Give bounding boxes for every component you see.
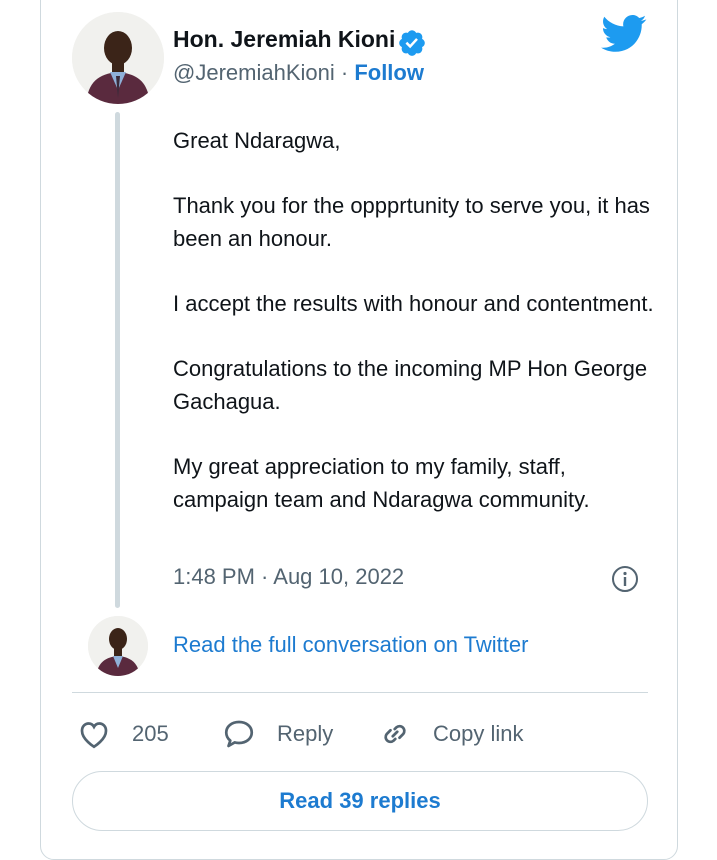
info-icon[interactable] — [611, 565, 639, 593]
read-replies-button[interactable]: Read 39 replies — [72, 771, 648, 831]
speech-bubble-icon — [224, 720, 254, 748]
reply-button[interactable]: Reply — [221, 714, 333, 754]
author-avatar[interactable] — [72, 12, 164, 104]
tweet-paragraph: Congratulations to the incoming MP Hon G… — [173, 356, 648, 414]
tweet-timestamp[interactable]: 1:48 PM · Aug 10, 2022 — [173, 564, 404, 590]
twitter-bird-icon[interactable] — [601, 14, 647, 54]
link-icon — [384, 724, 406, 744]
heart-icon — [80, 722, 108, 749]
verified-badge-icon — [399, 30, 425, 56]
tweet-paragraph: Great Ndaragwa, — [173, 128, 341, 153]
separator-dot: · — [340, 60, 349, 85]
read-full-conversation-link[interactable]: Read the full conversation on Twitter — [173, 632, 528, 658]
author-handle[interactable]: @JeremiahKioni — [173, 60, 335, 85]
author-name[interactable]: Hon. Jeremiah Kioni — [173, 26, 395, 53]
copy-link-label: Copy link — [433, 721, 524, 746]
tweet-body: Great Ndaragwa, Thank you for the oppprt… — [173, 124, 663, 548]
conversation-avatar[interactable] — [88, 616, 148, 676]
tweet-paragraph: My great appreciation to my family, staf… — [173, 454, 590, 512]
like-count: 205 — [132, 721, 169, 746]
thread-line — [115, 112, 120, 608]
follow-button[interactable]: Follow — [354, 60, 424, 85]
author-handle-row: @JeremiahKioni · Follow — [173, 60, 424, 86]
tweet-paragraph: Thank you for the oppprtunity to serve y… — [173, 193, 650, 251]
copy-link-button[interactable]: Copy link — [377, 714, 523, 754]
divider — [72, 692, 648, 693]
like-button[interactable]: 205 — [76, 714, 169, 754]
tweet-paragraph: I accept the results with honour and con… — [173, 291, 654, 316]
reply-label: Reply — [277, 721, 334, 746]
